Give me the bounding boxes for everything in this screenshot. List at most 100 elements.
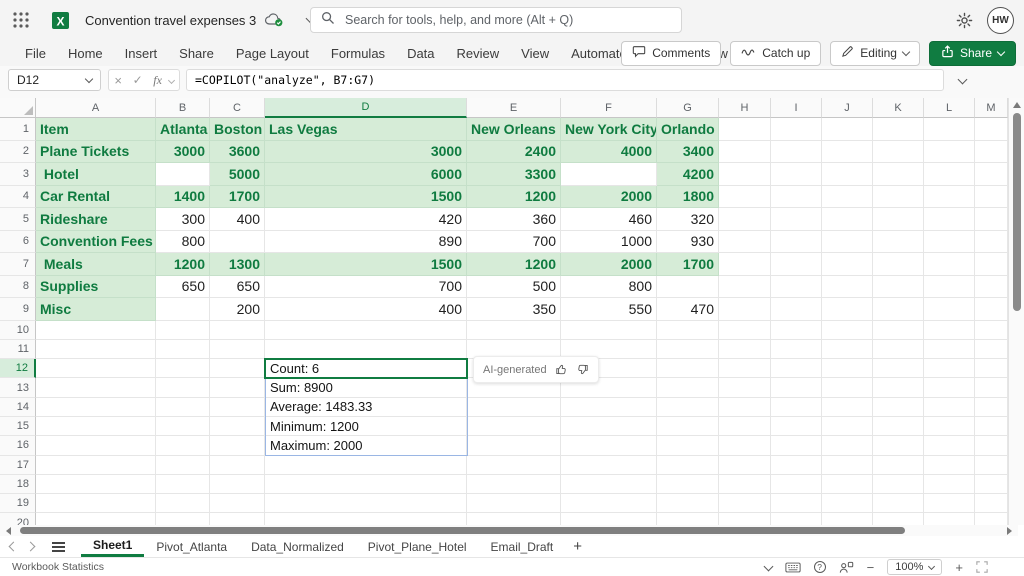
cell-L1[interactable]: [924, 118, 975, 141]
cell-B8[interactable]: 650: [156, 276, 210, 299]
cell-K2[interactable]: [873, 141, 924, 164]
people-icon[interactable]: [839, 561, 854, 574]
cell-C18[interactable]: [210, 475, 265, 494]
cell-I18[interactable]: [771, 475, 822, 494]
insert-function-icon[interactable]: fx: [153, 73, 162, 88]
row-header-8[interactable]: 8: [0, 276, 36, 299]
cell-B13[interactable]: [156, 378, 210, 397]
cell-J15[interactable]: [822, 417, 873, 436]
cell-A12[interactable]: [36, 359, 156, 378]
cell-B10[interactable]: [156, 321, 210, 340]
cell-G8[interactable]: [657, 276, 719, 299]
col-header-D[interactable]: D: [265, 98, 467, 118]
zoom-out-button[interactable]: −: [867, 560, 875, 575]
cell-M9[interactable]: [975, 298, 1008, 321]
cell-I14[interactable]: [771, 398, 822, 417]
cell-K4[interactable]: [873, 186, 924, 209]
cell-H6[interactable]: [719, 231, 771, 254]
cell-H9[interactable]: [719, 298, 771, 321]
cell-D2[interactable]: 3000: [265, 141, 467, 164]
cell-M17[interactable]: [975, 456, 1008, 475]
cell-D6[interactable]: 890: [265, 231, 467, 254]
cell-C10[interactable]: [210, 321, 265, 340]
cell-G3[interactable]: 4200: [657, 163, 719, 186]
scroll-up-arrow-icon[interactable]: [1013, 102, 1021, 108]
cell-G5[interactable]: 320: [657, 208, 719, 231]
next-sheet-icon[interactable]: [26, 542, 36, 552]
menu-tab-home[interactable]: Home: [57, 46, 114, 61]
zoom-level-control[interactable]: 100%: [887, 559, 942, 575]
cell-G6[interactable]: 930: [657, 231, 719, 254]
cell-L6[interactable]: [924, 231, 975, 254]
cell-C12[interactable]: [210, 359, 265, 378]
cell-H5[interactable]: [719, 208, 771, 231]
cell-E9[interactable]: 350: [467, 298, 561, 321]
cell-H15[interactable]: [719, 417, 771, 436]
comments-button[interactable]: Comments: [621, 41, 721, 66]
cell-F18[interactable]: [561, 475, 657, 494]
cell-I4[interactable]: [771, 186, 822, 209]
cell-H18[interactable]: [719, 475, 771, 494]
cell-G15[interactable]: [657, 417, 719, 436]
cell-K18[interactable]: [873, 475, 924, 494]
cell-C13[interactable]: [210, 378, 265, 397]
row-header-19[interactable]: 19: [0, 494, 36, 513]
cell-J13[interactable]: [822, 378, 873, 397]
cell-M11[interactable]: [975, 340, 1008, 359]
cell-D20[interactable]: [265, 513, 467, 525]
name-box[interactable]: D12: [8, 69, 101, 91]
cell-K3[interactable]: [873, 163, 924, 186]
cell-K7[interactable]: [873, 253, 924, 276]
thumbs-up-button[interactable]: [555, 363, 568, 376]
cell-G14[interactable]: [657, 398, 719, 417]
cell-M13[interactable]: [975, 378, 1008, 397]
cell-L20[interactable]: [924, 513, 975, 525]
cell-K13[interactable]: [873, 378, 924, 397]
cell-L13[interactable]: [924, 378, 975, 397]
cell-D3[interactable]: 6000: [265, 163, 467, 186]
cell-E14[interactable]: [467, 398, 561, 417]
cell-K17[interactable]: [873, 456, 924, 475]
cell-B7[interactable]: 1200: [156, 253, 210, 276]
expand-formula-bar-icon[interactable]: [958, 75, 968, 85]
row-header-20[interactable]: 20: [0, 513, 36, 525]
cell-I12[interactable]: [771, 359, 822, 378]
cell-D12[interactable]: Count: 6: [265, 359, 467, 378]
menu-tab-page-layout[interactable]: Page Layout: [225, 46, 320, 61]
cell-H4[interactable]: [719, 186, 771, 209]
cell-C15[interactable]: [210, 417, 265, 436]
cell-A17[interactable]: [36, 456, 156, 475]
cell-G17[interactable]: [657, 456, 719, 475]
cell-B4[interactable]: 1400: [156, 186, 210, 209]
cell-L9[interactable]: [924, 298, 975, 321]
confirm-entry-icon[interactable]: ✓: [133, 73, 143, 87]
cell-J19[interactable]: [822, 494, 873, 513]
menu-tab-share[interactable]: Share: [168, 46, 225, 61]
cell-K8[interactable]: [873, 276, 924, 299]
cell-E18[interactable]: [467, 475, 561, 494]
cell-H14[interactable]: [719, 398, 771, 417]
cell-F16[interactable]: [561, 436, 657, 455]
cell-A4[interactable]: Car Rental: [36, 186, 156, 209]
menu-tab-file[interactable]: File: [14, 46, 57, 61]
cell-L5[interactable]: [924, 208, 975, 231]
cell-J18[interactable]: [822, 475, 873, 494]
cell-F3[interactable]: [561, 163, 657, 186]
cell-A5[interactable]: Rideshare: [36, 208, 156, 231]
cell-F14[interactable]: [561, 398, 657, 417]
cell-D19[interactable]: [265, 494, 467, 513]
cell-I9[interactable]: [771, 298, 822, 321]
cell-H7[interactable]: [719, 253, 771, 276]
row-header-14[interactable]: 14: [0, 398, 36, 417]
col-header-H[interactable]: H: [719, 98, 771, 118]
cell-I17[interactable]: [771, 456, 822, 475]
row-header-18[interactable]: 18: [0, 475, 36, 494]
cell-M20[interactable]: [975, 513, 1008, 525]
cell-C19[interactable]: [210, 494, 265, 513]
col-header-B[interactable]: B: [156, 98, 210, 118]
cell-E7[interactable]: 1200: [467, 253, 561, 276]
cell-D1[interactable]: Las Vegas: [265, 118, 467, 141]
cell-J9[interactable]: [822, 298, 873, 321]
cell-H20[interactable]: [719, 513, 771, 525]
cell-H11[interactable]: [719, 340, 771, 359]
